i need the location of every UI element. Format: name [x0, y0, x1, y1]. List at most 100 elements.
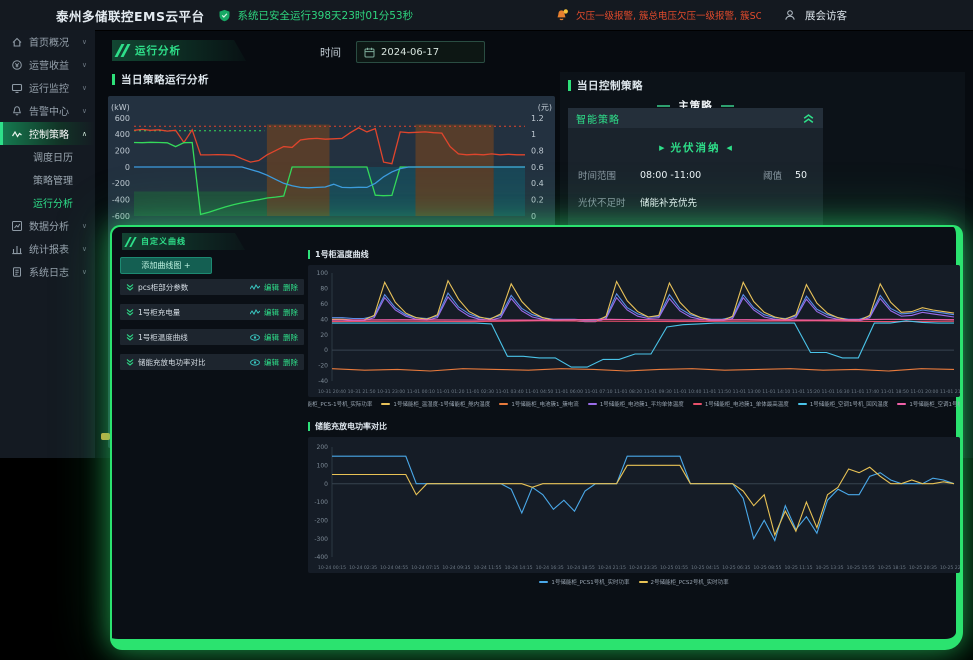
eye-icon[interactable]: [250, 334, 260, 341]
svg-text:11-01 17:40: 11-01 17:40: [851, 389, 879, 395]
legend-item[interactable]: 1号储能柜_PCS-1号机_实际功率: [308, 400, 372, 408]
safe-run-status: 系统已安全运行398天23时01分53秒: [218, 8, 413, 23]
curve-toggle-icon[interactable]: [126, 283, 134, 291]
svg-text:10-25 15:55: 10-25 15:55: [847, 565, 875, 571]
sidebar-item-data-analysis[interactable]: 数据分析 ∨: [0, 214, 95, 237]
svg-text:0.6: 0.6: [531, 163, 544, 172]
line-chart-icon: [250, 284, 260, 291]
svg-text:600: 600: [115, 114, 130, 123]
smart-strategy-header[interactable]: 智能策略: [568, 108, 823, 128]
log-icon: [11, 266, 23, 278]
legend-swatch: [499, 403, 508, 405]
svg-text:0: 0: [324, 481, 328, 488]
legend-item[interactable]: 1号储能柜_空调1号机_回风温度: [798, 400, 889, 408]
tab-run-analysis[interactable]: 运行分析: [112, 40, 246, 61]
curve-toggle-icon[interactable]: [126, 333, 134, 341]
delete-link[interactable]: 删除: [283, 357, 298, 368]
svg-text:80: 80: [320, 286, 328, 293]
chevron-up-icon: ∧: [82, 130, 87, 138]
svg-text:11-01 06:00: 11-01 06:00: [555, 389, 583, 395]
monitor-icon: [11, 82, 23, 94]
alert-marquee[interactable]: 欠压一级报警, 簇总电压欠压一级报警, 簇SO: [576, 8, 761, 22]
strategy-run-chart: 6004002000-200-400-6001.210.80.60.40.20(…: [108, 98, 555, 222]
svg-text:10-24 11:55: 10-24 11:55: [473, 565, 501, 571]
svg-text:11-01 16:30: 11-01 16:30: [821, 389, 849, 395]
date-picker[interactable]: 2024-06-17: [356, 41, 485, 63]
strategy-row: 时间范围 08:00 -11:00 阈值 50: [578, 168, 813, 182]
shield-icon: [218, 9, 231, 22]
svg-text:10-25 22:59: 10-25 22:59: [940, 565, 960, 571]
report-icon: [11, 243, 23, 255]
curve-toggle-icon[interactable]: [126, 358, 134, 366]
sidebar-item-control-strategy[interactable]: 控制策略 ∧: [0, 122, 95, 145]
legend-item[interactable]: 1号储能柜_电池簇1_单体最高温度: [693, 400, 789, 408]
svg-text:10-24 04:55: 10-24 04:55: [380, 565, 408, 571]
svg-text:0.4: 0.4: [531, 179, 544, 188]
topbar: 泰州多储联控EMS云平台 系统已安全运行398天23时01分53秒 欠压一级报警…: [0, 0, 973, 30]
eye-icon[interactable]: [250, 359, 260, 366]
legend-item[interactable]: 1号储能柜_温湿度-1号储能柜_舱内温度: [381, 400, 490, 408]
panel-title: 当日策略运行分析: [112, 72, 555, 87]
legend-item[interactable]: 2号储能柜_PCS2号机_实时功率: [639, 578, 729, 586]
sidebar-item-home[interactable]: 首页概况 ∨: [0, 30, 95, 53]
svg-text:11-01 13:00: 11-01 13:00: [733, 389, 761, 395]
app-title: 泰州多储联控EMS云平台: [56, 6, 204, 25]
legend-item[interactable]: 1号储能柜_空调1号机_出风温度: [897, 400, 960, 408]
triangle-left-icon: ◀: [727, 144, 732, 152]
svg-text:10-31 23:00: 10-31 23:00: [377, 389, 405, 395]
svg-text:10-24 00:15: 10-24 00:15: [318, 565, 346, 571]
chart-title-power-compare: 储能充放电功率对比: [308, 421, 387, 432]
revenue-icon: [11, 59, 23, 71]
curve-list: pcs柜部分参数 编辑 删除 1号柜充电量 编辑 删除 1号柜温度曲线 编辑 删…: [120, 279, 304, 379]
alarm-bell-icon[interactable]: [554, 8, 569, 23]
svg-text:40: 40: [320, 316, 328, 323]
data-analysis-icon: [11, 220, 23, 232]
tab-custom-curves[interactable]: 自定义曲线: [122, 233, 245, 250]
topbar-right: 欠压一级报警, 簇总电压欠压一级报警, 簇SO 展会访客: [554, 8, 973, 23]
svg-text:10-24 07:15: 10-24 07:15: [411, 565, 439, 571]
svg-text:-100: -100: [314, 499, 328, 506]
svg-text:0.2: 0.2: [531, 196, 544, 205]
sidebar-item-monitoring[interactable]: 运行监控 ∨: [0, 76, 95, 99]
user-icon[interactable]: [784, 9, 796, 21]
sidebar-item-alarm-center[interactable]: 告警中心 ∨: [0, 99, 95, 122]
triangle-right-icon: ▶: [659, 144, 664, 152]
legend-item[interactable]: 1号储能柜_电池簇1_平均单体温度: [588, 400, 684, 408]
svg-text:200: 200: [317, 444, 329, 451]
double-chevron-up-icon[interactable]: [802, 113, 815, 124]
svg-text:200: 200: [115, 147, 130, 156]
sidebar-item-reports[interactable]: 统计报表 ∨: [0, 237, 95, 260]
sidebar-subitem-run-analysis[interactable]: 运行分析: [0, 191, 95, 214]
curve-name: pcs柜部分参数: [138, 282, 246, 293]
svg-text:-600: -600: [112, 212, 130, 221]
curve-toggle-icon[interactable]: [126, 308, 134, 316]
svg-text:60: 60: [320, 301, 328, 308]
add-curve-button[interactable]: 添加曲线图 +: [120, 257, 212, 274]
edit-link[interactable]: 编辑: [264, 282, 279, 293]
chart-legend-marker: [101, 433, 110, 440]
svg-text:10-25 04:15: 10-25 04:15: [691, 565, 719, 571]
edit-link[interactable]: 编辑: [264, 357, 279, 368]
svg-text:10-25 13:35: 10-25 13:35: [816, 565, 844, 571]
delete-link[interactable]: 删除: [283, 282, 298, 293]
svg-text:10-31 20:40: 10-31 20:40: [318, 389, 346, 395]
svg-text:11-01 18:50: 11-01 18:50: [881, 389, 909, 395]
delete-link[interactable]: 删除: [283, 307, 298, 318]
sidebar-subitem-strategy-management[interactable]: 策略管理: [0, 168, 95, 191]
svg-text:-400: -400: [314, 554, 328, 561]
sidebar-subitem-dispatch-calendar[interactable]: 调度日历: [0, 145, 95, 168]
legend-swatch: [539, 581, 548, 583]
edit-link[interactable]: 编辑: [264, 332, 279, 343]
chevron-down-icon: ∨: [82, 84, 87, 92]
curve-name: 储能充放电功率对比: [138, 357, 246, 368]
sidebar-item-system-log[interactable]: 系统日志 ∨: [0, 260, 95, 283]
delete-link[interactable]: 删除: [283, 332, 298, 343]
sidebar-item-revenue[interactable]: 运营收益 ∨: [0, 53, 95, 76]
svg-text:1: 1: [531, 130, 536, 139]
svg-text:-20: -20: [318, 363, 328, 370]
legend-item[interactable]: 1号储能柜_电池簇1_簇电流: [499, 400, 579, 408]
legend-item[interactable]: 1号储能柜_PCS1号机_实时功率: [539, 578, 629, 586]
curve-list-item: 1号柜充电量 编辑 删除: [120, 304, 304, 320]
edit-link[interactable]: 编辑: [264, 307, 279, 318]
current-user[interactable]: 展会访客: [805, 8, 847, 23]
